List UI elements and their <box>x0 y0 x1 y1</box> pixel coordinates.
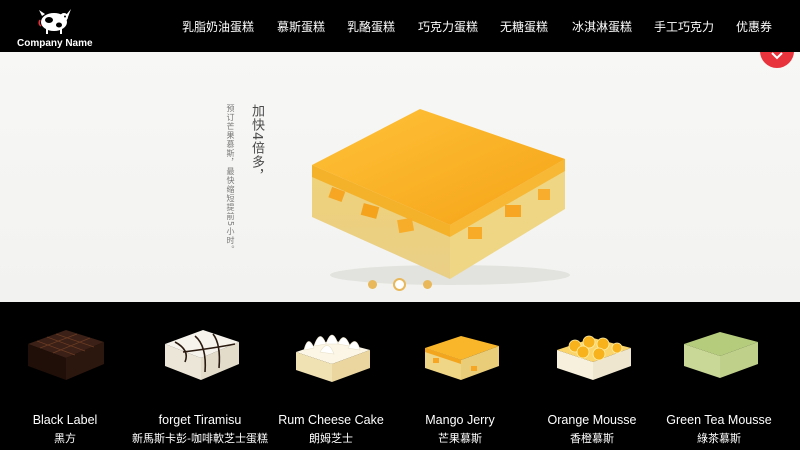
mango-jerry-cake-image <box>425 336 499 380</box>
hero-headline: 加快4倍多， <box>249 104 264 184</box>
tiramisu-cake-image <box>165 330 239 380</box>
slide-dot-3[interactable] <box>423 280 432 289</box>
green-tea-mousse-cake-image <box>684 332 758 378</box>
nav-item-chocolate-cake[interactable]: 巧克力蛋糕 <box>418 18 478 35</box>
scroll-down-button[interactable] <box>760 52 794 68</box>
main-nav: 乳脂奶油蛋糕 慕斯蛋糕 乳酪蛋糕 巧克力蛋糕 无糖蛋糕 冰淇淋蛋糕 手工巧克力 … <box>0 18 800 36</box>
black-label-cake-image <box>28 330 104 380</box>
hero-subline: 预订芒果慕斯，最快缩短提前5小时。 <box>226 104 235 255</box>
nav-item-mousse-cake[interactable]: 慕斯蛋糕 <box>277 18 325 35</box>
product-card-mango-jerry[interactable]: Mango Jerry 芒果慕斯 <box>395 316 525 445</box>
product-card-black-label[interactable]: Black Label 黑方 <box>0 316 130 445</box>
product-name-en: Green Tea Mousse <box>666 413 772 427</box>
chevron-down-icon <box>771 52 783 60</box>
slide-dot-2[interactable] <box>393 278 406 291</box>
rum-cheese-cake-image <box>296 334 370 382</box>
nav-item-sugar-free-cake[interactable]: 无糖蛋糕 <box>500 18 548 35</box>
nav-item-handmade-chocolate[interactable]: 手工巧克力 <box>654 18 714 35</box>
slide-indicators <box>362 278 442 292</box>
nav-item-cream-cake[interactable]: 乳脂奶油蛋糕 <box>182 18 254 35</box>
nav-item-cheese-cake[interactable]: 乳酪蛋糕 <box>347 18 395 35</box>
product-name-cn: 綠茶慕斯 <box>697 432 741 445</box>
product-card-green-tea-mousse[interactable]: Green Tea Mousse 綠茶慕斯 <box>654 316 784 445</box>
product-list: Black Label 黑方 forget Tiramisu 新馬斯卡彭-咖啡軟… <box>0 302 800 450</box>
orange-mousse-cake-image <box>557 335 631 380</box>
mango-mousse-hero-image <box>312 109 570 285</box>
slide-dot-1[interactable] <box>368 280 377 289</box>
top-header: Company Name 乳脂奶油蛋糕 慕斯蛋糕 乳酪蛋糕 巧克力蛋糕 无糖蛋糕… <box>0 0 800 52</box>
brand-name: Company Name <box>17 38 93 49</box>
nav-item-coupons[interactable]: 优惠券 <box>736 18 772 35</box>
nav-item-ice-cream-cake[interactable]: 冰淇淋蛋糕 <box>572 18 632 35</box>
hero-banner[interactable]: 加快4倍多， 预订芒果慕斯，最快缩短提前5小时。 <box>0 52 800 302</box>
